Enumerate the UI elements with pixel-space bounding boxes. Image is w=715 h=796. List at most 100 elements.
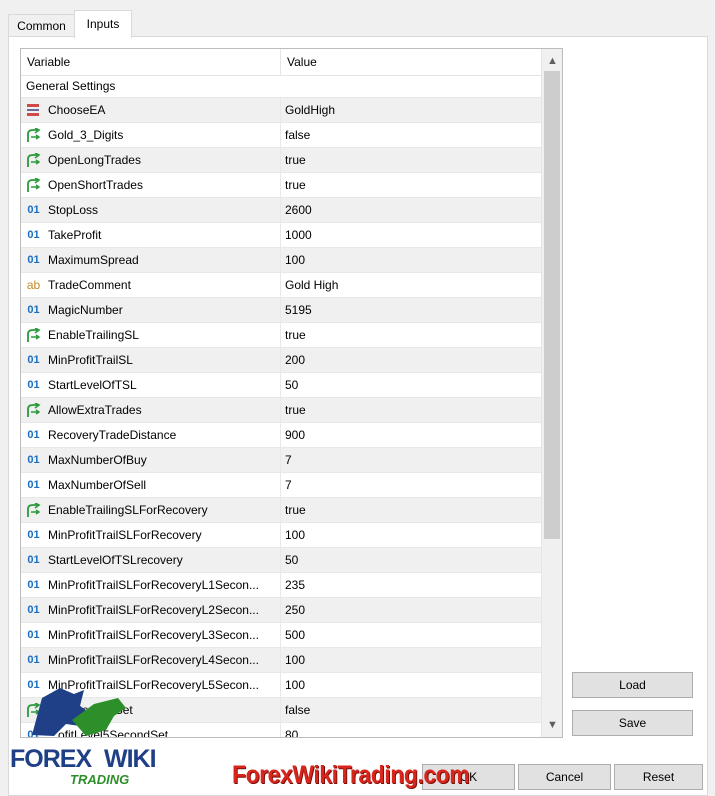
value-cell[interactable]: 5195	[281, 298, 541, 322]
number-icon: 01	[27, 354, 40, 366]
variable-name: AllowExtraTrades	[48, 403, 142, 417]
column-header-variable[interactable]: Variable	[21, 49, 281, 76]
bool-icon	[25, 503, 42, 518]
watermark-text: ForexWikiTrading.com	[232, 761, 470, 789]
save-button[interactable]: Save	[572, 710, 693, 736]
table-row[interactable]: ChooseEA GoldHigh	[21, 98, 541, 123]
table-row[interactable]: 01 MinProfitTrailSLForRecoveryL4Secon... 1…	[21, 648, 541, 673]
variable-cell: 01 MinProfitTrailSLForRecoveryL3Secon...	[21, 623, 281, 647]
value-cell[interactable]: 100	[281, 248, 541, 272]
variable-cell: ChooseEA	[21, 98, 281, 122]
variable-cell: 01 MaxNumberOfSell	[21, 473, 281, 497]
table-row[interactable]: EnableTrailingSL true	[21, 323, 541, 348]
table-row[interactable]: 01 MagicNumber 5195	[21, 298, 541, 323]
value-cell[interactable]: 235	[281, 573, 541, 597]
variable-name: MinProfitTrailSLForRecoveryL4Secon...	[48, 653, 259, 667]
tab-common[interactable]: Common	[8, 14, 75, 37]
table-row[interactable]: OpenLongTrades true	[21, 148, 541, 173]
table-row[interactable]: 01 StopLoss 2600	[21, 198, 541, 223]
bull-bear-logo-icon	[32, 688, 126, 736]
value-cell[interactable]: 100	[281, 648, 541, 672]
value-cell[interactable]: 7	[281, 448, 541, 472]
scroll-down-arrow-icon[interactable]: ▼	[542, 715, 562, 735]
number-icon: 01	[27, 629, 40, 641]
value-cell[interactable]: GoldHigh	[281, 98, 541, 122]
variable-cell: OpenShortTrades	[21, 173, 281, 197]
variable-cell: EnableTrailingSLForRecovery	[21, 498, 281, 522]
value-cell[interactable]: 100	[281, 523, 541, 547]
variable-name: MinProfitTrailSLForRecoveryL3Secon...	[48, 628, 259, 642]
number-icon: 01	[27, 254, 40, 266]
number-icon: 01	[27, 229, 40, 241]
variable-cell: OpenLongTrades	[21, 148, 281, 172]
table-row[interactable]: 01 StartLevelOfTSL 50	[21, 373, 541, 398]
value-cell[interactable]: 100	[281, 673, 541, 697]
table-row[interactable]: EnableTrailingSLForRecovery true	[21, 498, 541, 523]
variable-cell: 01 MaximumSpread	[21, 248, 281, 272]
variable-name: MinProfitTrailSLForRecoveryL1Secon...	[48, 578, 259, 592]
variable-name: EnableTrailingSLForRecovery	[48, 503, 208, 517]
variable-cell: 01 StopLoss	[21, 198, 281, 222]
reset-button[interactable]: Reset	[614, 764, 703, 790]
scrollbar-thumb[interactable]	[544, 71, 560, 539]
table-row[interactable]: 01 RecoveryTradeDistance 900	[21, 423, 541, 448]
value-cell[interactable]: 80	[281, 723, 541, 737]
variable-cell: 01 MaxNumberOfBuy	[21, 448, 281, 472]
forexwiki-logo: FOREX WIKI TRADING	[8, 680, 168, 792]
tab-inputs[interactable]: Inputs	[74, 10, 132, 38]
value-cell[interactable]: 1000	[281, 223, 541, 247]
string-icon: ab	[26, 278, 41, 292]
variable-name: StopLoss	[48, 203, 99, 217]
value-cell[interactable]: 50	[281, 548, 541, 572]
group-label: General Settings	[26, 79, 116, 93]
variable-name: OpenShortTrades	[48, 178, 143, 192]
table-row[interactable]: 01 StartLevelOfTSLrecovery 50	[21, 548, 541, 573]
value-cell[interactable]: true	[281, 148, 541, 172]
grid-header: Variable Value	[21, 49, 541, 76]
table-row[interactable]: 01 MinProfitTrailSLForRecoveryL3Secon... 5…	[21, 623, 541, 648]
group-row-general-settings[interactable]: General Settings	[21, 76, 541, 98]
value-cell[interactable]: 250	[281, 598, 541, 622]
variable-name: MaximumSpread	[48, 253, 139, 267]
table-row[interactable]: 01 MinProfitTrailSLForRecoveryL2Secon... 2…	[21, 598, 541, 623]
table-row[interactable]: 01 MinProfitTrailSL 200	[21, 348, 541, 373]
value-cell[interactable]: 7	[281, 473, 541, 497]
value-cell[interactable]: true	[281, 173, 541, 197]
column-header-value[interactable]: Value	[281, 49, 541, 76]
variable-cell: 01 StartLevelOfTSLrecovery	[21, 548, 281, 572]
bool-icon	[25, 153, 42, 168]
number-icon: 01	[27, 554, 40, 566]
table-row[interactable]: 01 MinProfitTrailSLForRecoveryL1Secon... 2…	[21, 573, 541, 598]
value-cell[interactable]: false	[281, 698, 541, 722]
value-cell[interactable]: 500	[281, 623, 541, 647]
value-cell[interactable]: 2600	[281, 198, 541, 222]
variable-cell: 01 MinProfitTrailSLForRecoveryL4Secon...	[21, 648, 281, 672]
table-row[interactable]: 01 MinProfitTrailSLForRecovery 100	[21, 523, 541, 548]
value-cell[interactable]: true	[281, 398, 541, 422]
value-cell[interactable]: true	[281, 323, 541, 347]
table-row[interactable]: ab TradeComment Gold High	[21, 273, 541, 298]
table-row[interactable]: OpenShortTrades true	[21, 173, 541, 198]
table-row[interactable]: Gold_3_Digits false	[21, 123, 541, 148]
variable-name: MagicNumber	[48, 303, 123, 317]
vertical-scrollbar[interactable]: ▲ ▼	[541, 49, 562, 737]
value-cell[interactable]: 900	[281, 423, 541, 447]
value-cell[interactable]: false	[281, 123, 541, 147]
scroll-up-arrow-icon[interactable]: ▲	[542, 51, 562, 71]
table-row[interactable]: 01 MaxNumberOfSell 7	[21, 473, 541, 498]
table-row[interactable]: 01 MaximumSpread 100	[21, 248, 541, 273]
cancel-button[interactable]: Cancel	[518, 764, 611, 790]
bool-icon	[25, 178, 42, 193]
value-cell[interactable]: true	[281, 498, 541, 522]
table-row[interactable]: 01 TakeProfit 1000	[21, 223, 541, 248]
variable-name: TakeProfit	[48, 228, 102, 242]
table-row[interactable]: 01 MaxNumberOfBuy 7	[21, 448, 541, 473]
table-row[interactable]: AllowExtraTrades true	[21, 398, 541, 423]
value-cell[interactable]: Gold High	[281, 273, 541, 297]
value-cell[interactable]: 50	[281, 373, 541, 397]
variable-cell: 01 TakeProfit	[21, 223, 281, 247]
variable-cell: 01 RecoveryTradeDistance	[21, 423, 281, 447]
value-cell[interactable]: 200	[281, 348, 541, 372]
bool-icon	[25, 128, 42, 143]
load-button[interactable]: Load	[572, 672, 693, 698]
